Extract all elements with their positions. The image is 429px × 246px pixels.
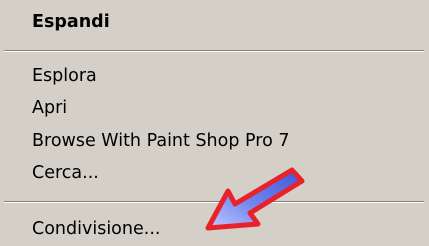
menu-separator: [4, 201, 424, 203]
menu-item-cerca[interactable]: Cerca...: [32, 159, 99, 187]
menu-item-esplora[interactable]: Esplora: [32, 62, 97, 90]
menu-item-condivisione[interactable]: Condivisione...: [32, 215, 160, 243]
menu-item-browse-with-paint-shop-pro[interactable]: Browse With Paint Shop Pro 7: [32, 127, 289, 155]
menu-item-apri[interactable]: Apri: [32, 94, 67, 122]
context-menu: Espandi Esplora Apri Browse With Paint S…: [0, 0, 429, 246]
menu-item-espandi[interactable]: Espandi: [32, 8, 110, 36]
menu-separator: [4, 50, 424, 52]
